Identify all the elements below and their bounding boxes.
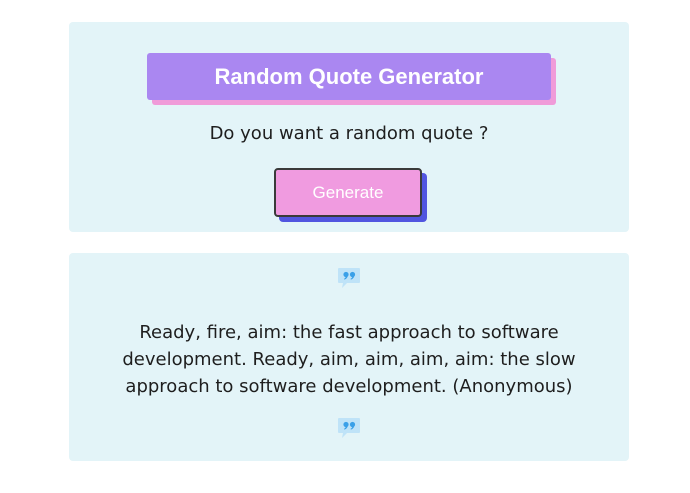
quote-card: Ready, fire, aim: the fast approach to s… (69, 253, 629, 461)
quote-text: Ready, fire, aim: the fast approach to s… (122, 322, 576, 397)
generate-button-wrap[interactable]: Generate (274, 168, 427, 222)
generator-card: Random Quote Generator Do you want a ran… (69, 22, 629, 232)
quote-icon (337, 417, 361, 439)
page-title: Random Quote Generator (147, 53, 551, 100)
title-banner: Random Quote Generator (147, 53, 556, 105)
generate-button[interactable]: Generate (274, 168, 422, 217)
quote-icon (337, 267, 361, 289)
prompt-text: Do you want a random quote ? (209, 123, 489, 144)
